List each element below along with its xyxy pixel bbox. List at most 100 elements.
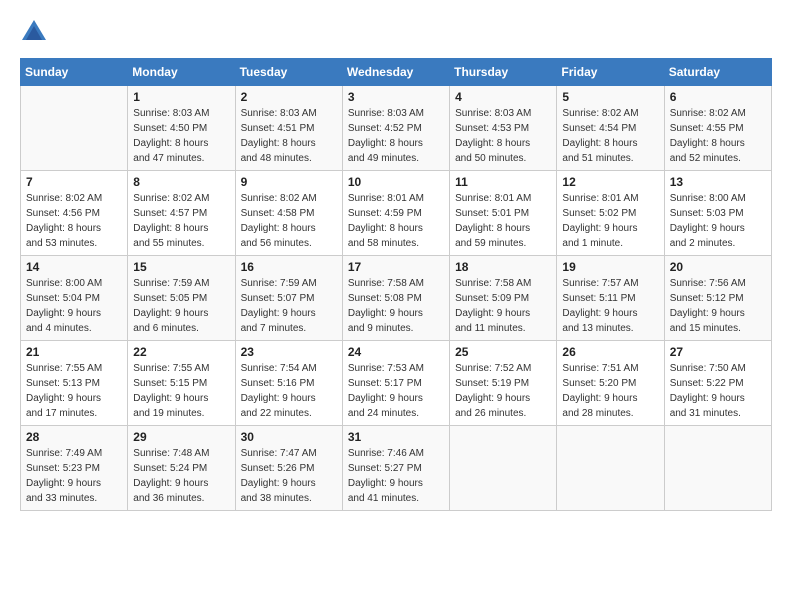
calendar-cell: 25Sunrise: 7:52 AMSunset: 5:19 PMDayligh… (450, 341, 557, 426)
calendar-cell: 9Sunrise: 8:02 AMSunset: 4:58 PMDaylight… (235, 171, 342, 256)
calendar-cell: 10 Sunrise: 8:01 AMSunset: 4:59 PMDayligh… (342, 171, 449, 256)
calendar-cell: 31 Sunrise: 7:46 AMSunset: 5:27 PMDayligh… (342, 426, 449, 511)
day-number: 10 (348, 175, 444, 189)
weekday-header-thursday: Thursday (450, 59, 557, 86)
calendar-cell (21, 86, 128, 171)
weekday-header-saturday: Saturday (664, 59, 771, 86)
day-number: 14 (26, 260, 122, 274)
day-info: Sunrise: 8:03 AMSunset: 4:51 PMDaylight:… (241, 106, 337, 166)
day-info: Sunrise: 7:46 AMSunset: 5:27 PMDaylight:… (348, 446, 444, 506)
day-info: Sunrise: 8:03 AMSunset: 4:52 PMDaylight:… (348, 106, 444, 166)
day-info: Sunrise: 7:58 AMSunset: 5:08 PMDaylight:… (348, 276, 444, 336)
day-number: 1 (133, 90, 229, 104)
day-info: Sunrise: 8:01 AMSunset: 5:01 PMDaylight:… (455, 191, 551, 251)
calendar-cell: 1 Sunrise: 8:03 AMSunset: 4:50 PMDaylight… (128, 86, 235, 171)
calendar-cell: 29 Sunrise: 7:48 AMSunset: 5:24 PMDayligh… (128, 426, 235, 511)
day-info: Sunrise: 8:02 AMSunset: 4:54 PMDaylight:… (562, 106, 658, 166)
calendar-cell: 22 Sunrise: 7:55 AMSunset: 5:15 PMDayligh… (128, 341, 235, 426)
calendar-cell (450, 426, 557, 511)
day-info: Sunrise: 7:50 AMSunset: 5:22 PMDaylight:… (670, 361, 766, 421)
day-info: Sunrise: 8:02 AMSunset: 4:56 PMDaylight:… (26, 191, 122, 251)
day-number: 24 (348, 345, 444, 359)
day-number: 12 (562, 175, 658, 189)
day-info: Sunrise: 7:51 AMSunset: 5:20 PMDaylight:… (562, 361, 658, 421)
day-number: 20 (670, 260, 766, 274)
calendar-cell: 17 Sunrise: 7:58 AMSunset: 5:08 PMDayligh… (342, 256, 449, 341)
calendar-cell: 23 Sunrise: 7:54 AMSunset: 5:16 PMDayligh… (235, 341, 342, 426)
calendar-cell (557, 426, 664, 511)
calendar-table: SundayMondayTuesdayWednesdayThursdayFrid… (20, 58, 772, 511)
calendar-cell: 13Sunrise: 8:00 AMSunset: 5:03 PMDayligh… (664, 171, 771, 256)
calendar-week-4: 21 Sunrise: 7:55 AMSunset: 5:13 PMDayligh… (21, 341, 772, 426)
calendar-cell: 16 Sunrise: 7:59 AMSunset: 5:07 PMDayligh… (235, 256, 342, 341)
day-number: 23 (241, 345, 337, 359)
day-info: Sunrise: 7:53 AMSunset: 5:17 PMDaylight:… (348, 361, 444, 421)
day-info: Sunrise: 7:49 AMSunset: 5:23 PMDaylight:… (26, 446, 122, 506)
day-info: Sunrise: 7:59 AMSunset: 5:07 PMDaylight:… (241, 276, 337, 336)
day-number: 21 (26, 345, 122, 359)
calendar-week-3: 14 Sunrise: 8:00 AMSunset: 5:04 PMDayligh… (21, 256, 772, 341)
day-number: 17 (348, 260, 444, 274)
day-info: Sunrise: 8:00 AMSunset: 5:03 PMDaylight:… (670, 191, 766, 251)
day-number: 19 (562, 260, 658, 274)
day-info: Sunrise: 7:58 AMSunset: 5:09 PMDaylight:… (455, 276, 551, 336)
day-number: 26 (562, 345, 658, 359)
weekday-header-tuesday: Tuesday (235, 59, 342, 86)
day-info: Sunrise: 8:03 AMSunset: 4:50 PMDaylight:… (133, 106, 229, 166)
day-number: 16 (241, 260, 337, 274)
calendar-cell: 28 Sunrise: 7:49 AMSunset: 5:23 PMDayligh… (21, 426, 128, 511)
calendar-header: SundayMondayTuesdayWednesdayThursdayFrid… (21, 59, 772, 86)
day-info: Sunrise: 8:02 AMSunset: 4:55 PMDaylight:… (670, 106, 766, 166)
day-info: Sunrise: 8:03 AMSunset: 4:53 PMDaylight:… (455, 106, 551, 166)
day-number: 29 (133, 430, 229, 444)
calendar-cell: 4 Sunrise: 8:03 AMSunset: 4:53 PMDaylight… (450, 86, 557, 171)
calendar-cell: 19 Sunrise: 7:57 AMSunset: 5:11 PMDayligh… (557, 256, 664, 341)
day-info: Sunrise: 7:59 AMSunset: 5:05 PMDaylight:… (133, 276, 229, 336)
day-info: Sunrise: 7:48 AMSunset: 5:24 PMDaylight:… (133, 446, 229, 506)
calendar-cell: 21 Sunrise: 7:55 AMSunset: 5:13 PMDayligh… (21, 341, 128, 426)
day-info: Sunrise: 7:56 AMSunset: 5:12 PMDaylight:… (670, 276, 766, 336)
day-number: 11 (455, 175, 551, 189)
day-info: Sunrise: 8:00 AMSunset: 5:04 PMDaylight:… (26, 276, 122, 336)
day-info: Sunrise: 7:47 AMSunset: 5:26 PMDaylight:… (241, 446, 337, 506)
calendar-cell: 8Sunrise: 8:02 AMSunset: 4:57 PMDaylight… (128, 171, 235, 256)
day-number: 28 (26, 430, 122, 444)
calendar-cell: 3Sunrise: 8:03 AMSunset: 4:52 PMDaylight… (342, 86, 449, 171)
day-number: 5 (562, 90, 658, 104)
calendar-cell: 20 Sunrise: 7:56 AMSunset: 5:12 PMDayligh… (664, 256, 771, 341)
calendar-cell: 11 Sunrise: 8:01 AMSunset: 5:01 PMDayligh… (450, 171, 557, 256)
calendar-cell: 15 Sunrise: 7:59 AMSunset: 5:05 PMDayligh… (128, 256, 235, 341)
calendar-cell: 2 Sunrise: 8:03 AMSunset: 4:51 PMDaylight… (235, 86, 342, 171)
calendar-cell: 7Sunrise: 8:02 AMSunset: 4:56 PMDaylight… (21, 171, 128, 256)
day-info: Sunrise: 8:01 AMSunset: 5:02 PMDaylight:… (562, 191, 658, 251)
day-number: 2 (241, 90, 337, 104)
weekday-header-monday: Monday (128, 59, 235, 86)
day-info: Sunrise: 8:01 AMSunset: 4:59 PMDaylight:… (348, 191, 444, 251)
day-number: 18 (455, 260, 551, 274)
day-info: Sunrise: 7:55 AMSunset: 5:15 PMDaylight:… (133, 361, 229, 421)
page-header (20, 20, 772, 48)
calendar-cell: 12 Sunrise: 8:01 AMSunset: 5:02 PMDayligh… (557, 171, 664, 256)
logo-icon (20, 18, 48, 46)
day-info: Sunrise: 7:52 AMSunset: 5:19 PMDaylight:… (455, 361, 551, 421)
calendar-cell: 14 Sunrise: 8:00 AMSunset: 5:04 PMDayligh… (21, 256, 128, 341)
day-info: Sunrise: 7:54 AMSunset: 5:16 PMDaylight:… (241, 361, 337, 421)
day-info: Sunrise: 7:57 AMSunset: 5:11 PMDaylight:… (562, 276, 658, 336)
day-number: 31 (348, 430, 444, 444)
day-number: 15 (133, 260, 229, 274)
day-info: Sunrise: 7:55 AMSunset: 5:13 PMDaylight:… (26, 361, 122, 421)
day-number: 4 (455, 90, 551, 104)
weekday-header-friday: Friday (557, 59, 664, 86)
day-number: 22 (133, 345, 229, 359)
day-number: 6 (670, 90, 766, 104)
calendar-cell: 27 Sunrise: 7:50 AMSunset: 5:22 PMDayligh… (664, 341, 771, 426)
calendar-cell: 5 Sunrise: 8:02 AMSunset: 4:54 PMDaylight… (557, 86, 664, 171)
day-info: Sunrise: 8:02 AMSunset: 4:57 PMDaylight:… (133, 191, 229, 251)
calendar-cell: 6 Sunrise: 8:02 AMSunset: 4:55 PMDaylight… (664, 86, 771, 171)
calendar-cell: 18 Sunrise: 7:58 AMSunset: 5:09 PMDayligh… (450, 256, 557, 341)
day-number: 27 (670, 345, 766, 359)
weekday-header-wednesday: Wednesday (342, 59, 449, 86)
calendar-cell: 30Sunrise: 7:47 AMSunset: 5:26 PMDayligh… (235, 426, 342, 511)
calendar-week-1: 1 Sunrise: 8:03 AMSunset: 4:50 PMDaylight… (21, 86, 772, 171)
calendar-week-5: 28 Sunrise: 7:49 AMSunset: 5:23 PMDayligh… (21, 426, 772, 511)
